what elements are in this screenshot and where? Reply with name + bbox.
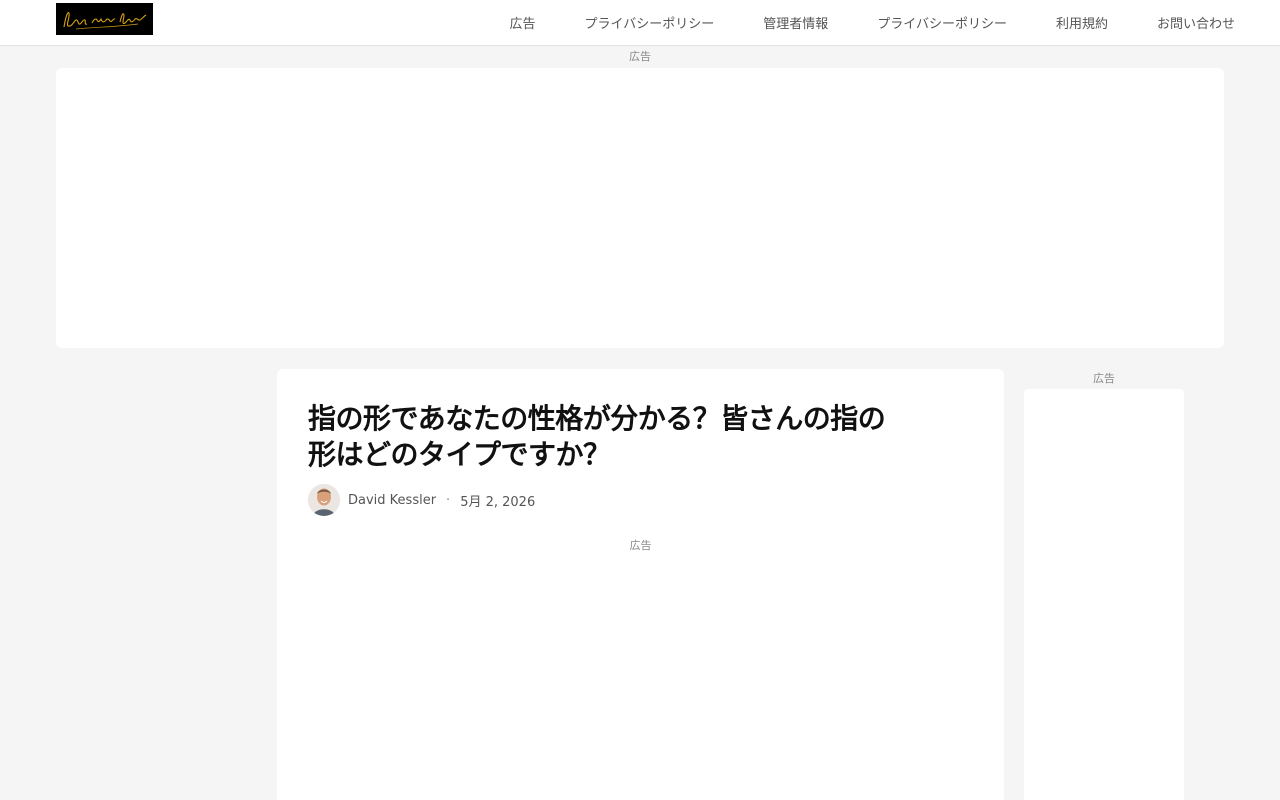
article-meta: David Kessler · 5月 2, 2026 <box>308 483 535 517</box>
author-avatar[interactable] <box>308 484 340 516</box>
ad-banner-sidebar[interactable] <box>1024 389 1184 800</box>
avatar-portrait-image <box>308 484 340 516</box>
article-title-line-1: 指の形であなたの性格が分かる？皆さんの指の <box>308 402 886 435</box>
site-header: 広告 プライバシーポリシー 管理者情報 プライバシーポリシー 利用規約 お問い合… <box>0 0 1280 46</box>
nav-item-privacy-policy-2[interactable]: プライバシーポリシー <box>877 13 1007 32</box>
logo-script-image <box>63 11 147 30</box>
nav-item-privacy-policy[interactable]: プライバシーポリシー <box>584 13 714 32</box>
nav-item-terms[interactable]: 利用規約 <box>1056 13 1108 32</box>
ad-label-sidebar: 広告 <box>1093 372 1115 385</box>
meta-separator: · <box>446 492 451 508</box>
article-title-line-2: 形はどのタイプですか？ <box>308 438 611 471</box>
nav-item-admin-info[interactable]: 管理者情報 <box>763 13 828 32</box>
nav-item-contact[interactable]: お問い合わせ <box>1157 13 1235 32</box>
article-date: 5月 2, 2026 <box>460 494 536 510</box>
main-nav: 広告 プライバシーポリシー 管理者情報 プライバシーポリシー 利用規約 お問い合… <box>509 0 1235 45</box>
site-logo[interactable] <box>56 3 153 35</box>
ad-label-inline: 広告 <box>629 539 652 552</box>
ad-banner-top[interactable] <box>56 68 1224 348</box>
article-card: 指の形であなたの性格が分かる？皆さんの指の 形はどのタイプですか？ David … <box>277 369 1004 800</box>
nav-item-ads[interactable]: 広告 <box>509 13 535 32</box>
ad-label-top: 広告 <box>629 50 651 63</box>
author-name[interactable]: David Kessler <box>348 493 436 508</box>
article-title: 指の形であなたの性格が分かる？皆さんの指の 形はどのタイプですか？ <box>308 401 968 473</box>
